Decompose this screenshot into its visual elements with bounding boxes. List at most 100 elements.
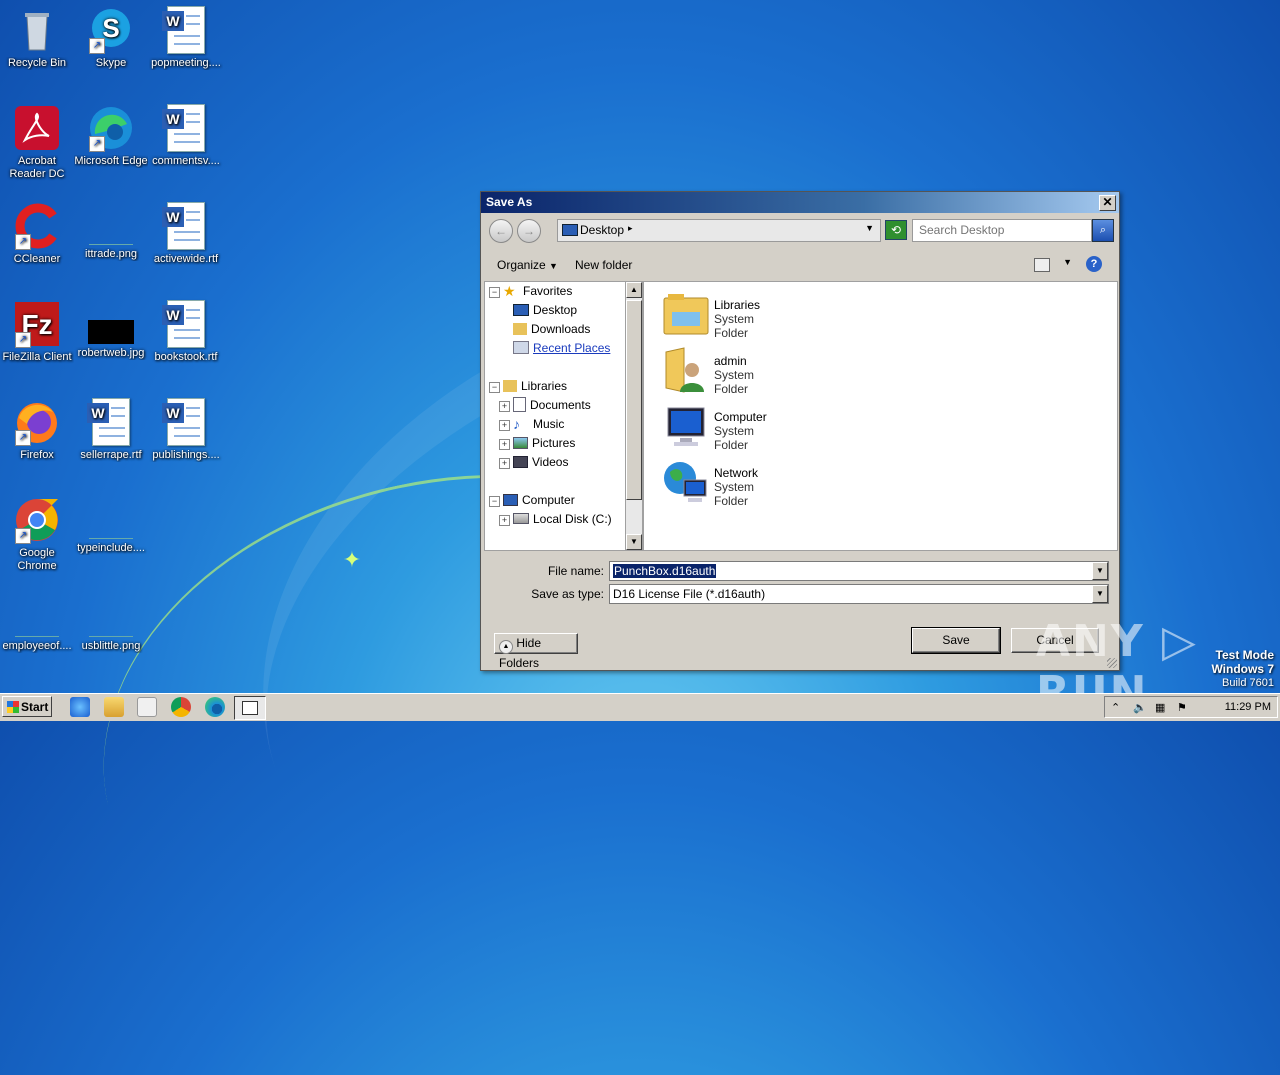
navigation-row: ← → Desktop ▸ ▼ ⟲ ⌕ xyxy=(481,216,1119,246)
tree-item-desktop[interactable]: Desktop xyxy=(513,301,577,320)
forward-arrow-icon: → xyxy=(523,224,535,238)
dialog-toolbar: Organize ▼ New folder ▼ ? xyxy=(482,250,1118,280)
expand-icon[interactable]: + xyxy=(499,458,510,469)
volume-icon[interactable]: 🔈 xyxy=(1133,701,1147,714)
desktop-icon-typeinclude[interactable]: typeinclude.... xyxy=(74,496,148,555)
desktop-icon-firefox[interactable]: ↗ Firefox xyxy=(0,398,74,462)
desktop-icon-sellerrape[interactable]: W sellerrape.rtf xyxy=(74,398,148,462)
help-icon[interactable]: ? xyxy=(1086,256,1102,272)
shortcut-arrow-icon: ↗ xyxy=(89,136,105,152)
navigation-scrollbar[interactable]: ▲ ▼ xyxy=(625,281,643,551)
file-name-input[interactable]: PunchBox.d16auth xyxy=(613,564,717,578)
user-folder-icon xyxy=(662,346,710,394)
recycle-bin-icon xyxy=(13,6,61,54)
navigation-pane: − ★ Favorites Desktop Downloads Recent Pl… xyxy=(484,281,628,551)
save-type-select[interactable]: D16 License File (*.d16auth) ▼ xyxy=(609,584,1109,604)
desktop-icon-edge[interactable]: ↗ Microsoft Edge xyxy=(74,104,148,168)
collapse-icon[interactable]: − xyxy=(489,496,500,507)
desktop-icon-popmeeting[interactable]: W popmeeting.... xyxy=(149,6,223,70)
windows-flag-logo: ✦ xyxy=(342,547,362,572)
address-text: Desktop xyxy=(580,223,625,237)
chevron-down-icon[interactable]: ▼ xyxy=(1092,562,1108,580)
search-box[interactable] xyxy=(912,219,1092,242)
network-tray-icon[interactable]: ▦ xyxy=(1155,701,1165,714)
chrome-icon: ↗ xyxy=(13,496,61,544)
back-arrow-icon: ← xyxy=(495,224,507,238)
new-folder-button[interactable]: New folder xyxy=(575,258,632,272)
desktop-icon-publishings[interactable]: W publishings.... xyxy=(149,398,223,462)
organize-label: Organize xyxy=(497,258,546,272)
media-player-icon[interactable] xyxy=(137,697,157,717)
word-document-icon: W xyxy=(162,300,205,348)
organize-menu[interactable]: Organize ▼ xyxy=(497,258,558,272)
desktop-icon-chrome[interactable]: ↗ Google Chrome xyxy=(0,496,74,573)
filezilla-icon: Fz ↗ xyxy=(13,300,61,348)
chevron-down-icon[interactable]: ▼ xyxy=(865,223,874,233)
tree-item-downloads[interactable]: Downloads xyxy=(513,320,590,339)
show-hidden-icons-icon[interactable]: ⌃ xyxy=(1111,701,1120,714)
collapse-icon[interactable]: − xyxy=(489,382,500,393)
desktop-icon-skype[interactable]: S ↗ Skype xyxy=(74,6,148,70)
change-view-icon[interactable] xyxy=(1034,258,1050,272)
expand-icon[interactable]: + xyxy=(499,515,510,526)
chevron-down-icon[interactable]: ▼ xyxy=(1063,257,1072,267)
expand-icon[interactable]: + xyxy=(499,401,510,412)
desktop-icon xyxy=(513,303,529,316)
scroll-thumb[interactable] xyxy=(626,300,642,500)
edge-icon[interactable] xyxy=(205,697,225,717)
scroll-down-button[interactable]: ▼ xyxy=(626,534,642,550)
windows-logo-icon xyxy=(7,701,19,713)
start-button[interactable]: Start xyxy=(2,696,52,717)
internet-explorer-icon[interactable] xyxy=(70,697,90,717)
chevron-down-icon: ▼ xyxy=(549,261,558,271)
word-document-icon: W xyxy=(162,202,205,250)
clock[interactable]: 11:29 PM xyxy=(1225,701,1271,713)
shortcut-arrow-icon: ↗ xyxy=(15,528,31,544)
desktop-icon-usblittle[interactable]: usblittle.png xyxy=(74,594,148,653)
documents-icon xyxy=(513,397,526,413)
computer-icon xyxy=(503,493,518,506)
image-file-icon xyxy=(89,220,133,245)
expand-icon[interactable]: + xyxy=(499,420,510,431)
active-task-button[interactable] xyxy=(234,696,266,720)
refresh-button[interactable]: ⟲ xyxy=(885,220,907,240)
forward-button[interactable]: → xyxy=(517,219,541,243)
desktop-icon-acrobat[interactable]: Acrobat Reader DC xyxy=(0,104,74,181)
chevron-down-icon[interactable]: ▼ xyxy=(1092,585,1108,603)
ccleaner-icon: ↗ xyxy=(13,202,61,250)
tree-item-recent-places[interactable]: Recent Places xyxy=(513,339,610,358)
address-bar[interactable]: Desktop ▸ ▼ xyxy=(557,219,881,242)
desktop-icon-robertweb[interactable]: robertweb.jpg xyxy=(74,300,148,360)
scroll-up-button[interactable]: ▲ xyxy=(626,282,642,298)
breadcrumb-arrow-icon[interactable]: ▸ xyxy=(628,223,633,234)
test-mode-notice: Test Mode Windows 7 Build 7601 xyxy=(1211,648,1274,689)
desktop-icon-activewide[interactable]: W activewide.rtf xyxy=(149,202,223,266)
save-type-label: Save as type: xyxy=(531,587,604,601)
desktop-icon xyxy=(562,224,578,236)
application-window-icon xyxy=(242,701,258,715)
chrome-icon[interactable] xyxy=(171,697,191,717)
back-button[interactable]: ← xyxy=(489,219,513,243)
word-document-icon: W xyxy=(162,104,205,152)
file-explorer-icon[interactable] xyxy=(104,697,124,717)
action-center-icon[interactable]: ⚑ xyxy=(1177,701,1187,714)
search-icon: ⌕ xyxy=(1099,224,1107,236)
save-button[interactable]: Save xyxy=(911,627,1001,654)
image-file-icon xyxy=(89,514,133,539)
edge-icon: ↗ xyxy=(87,104,135,152)
desktop-icon-ccleaner[interactable]: ↗ CCleaner xyxy=(0,202,74,266)
file-name-field[interactable]: PunchBox.d16auth ▼ xyxy=(609,561,1109,581)
hide-folders-button[interactable]: ▲ Hide Folders xyxy=(494,633,578,670)
desktop-icon-filezilla[interactable]: Fz ↗ FileZilla Client xyxy=(0,300,74,364)
desktop-icon-ittrade[interactable]: ittrade.png xyxy=(74,202,148,261)
desktop-icon-bookstook[interactable]: W bookstook.rtf xyxy=(149,300,223,364)
desktop-icon-commentsv[interactable]: W commentsv.... xyxy=(149,104,223,168)
close-button[interactable]: ✕ xyxy=(1099,195,1116,211)
search-button[interactable]: ⌕ xyxy=(1092,219,1114,242)
collapse-icon[interactable]: − xyxy=(489,287,500,298)
expand-icon[interactable]: + xyxy=(499,439,510,450)
search-input[interactable] xyxy=(913,220,1089,239)
desktop-icon-recycle-bin[interactable]: Recycle Bin xyxy=(0,6,74,70)
desktop-icon-employeeof[interactable]: employeeof.... xyxy=(0,594,74,653)
dialog-titlebar[interactable]: Save As ✕ xyxy=(481,192,1119,213)
